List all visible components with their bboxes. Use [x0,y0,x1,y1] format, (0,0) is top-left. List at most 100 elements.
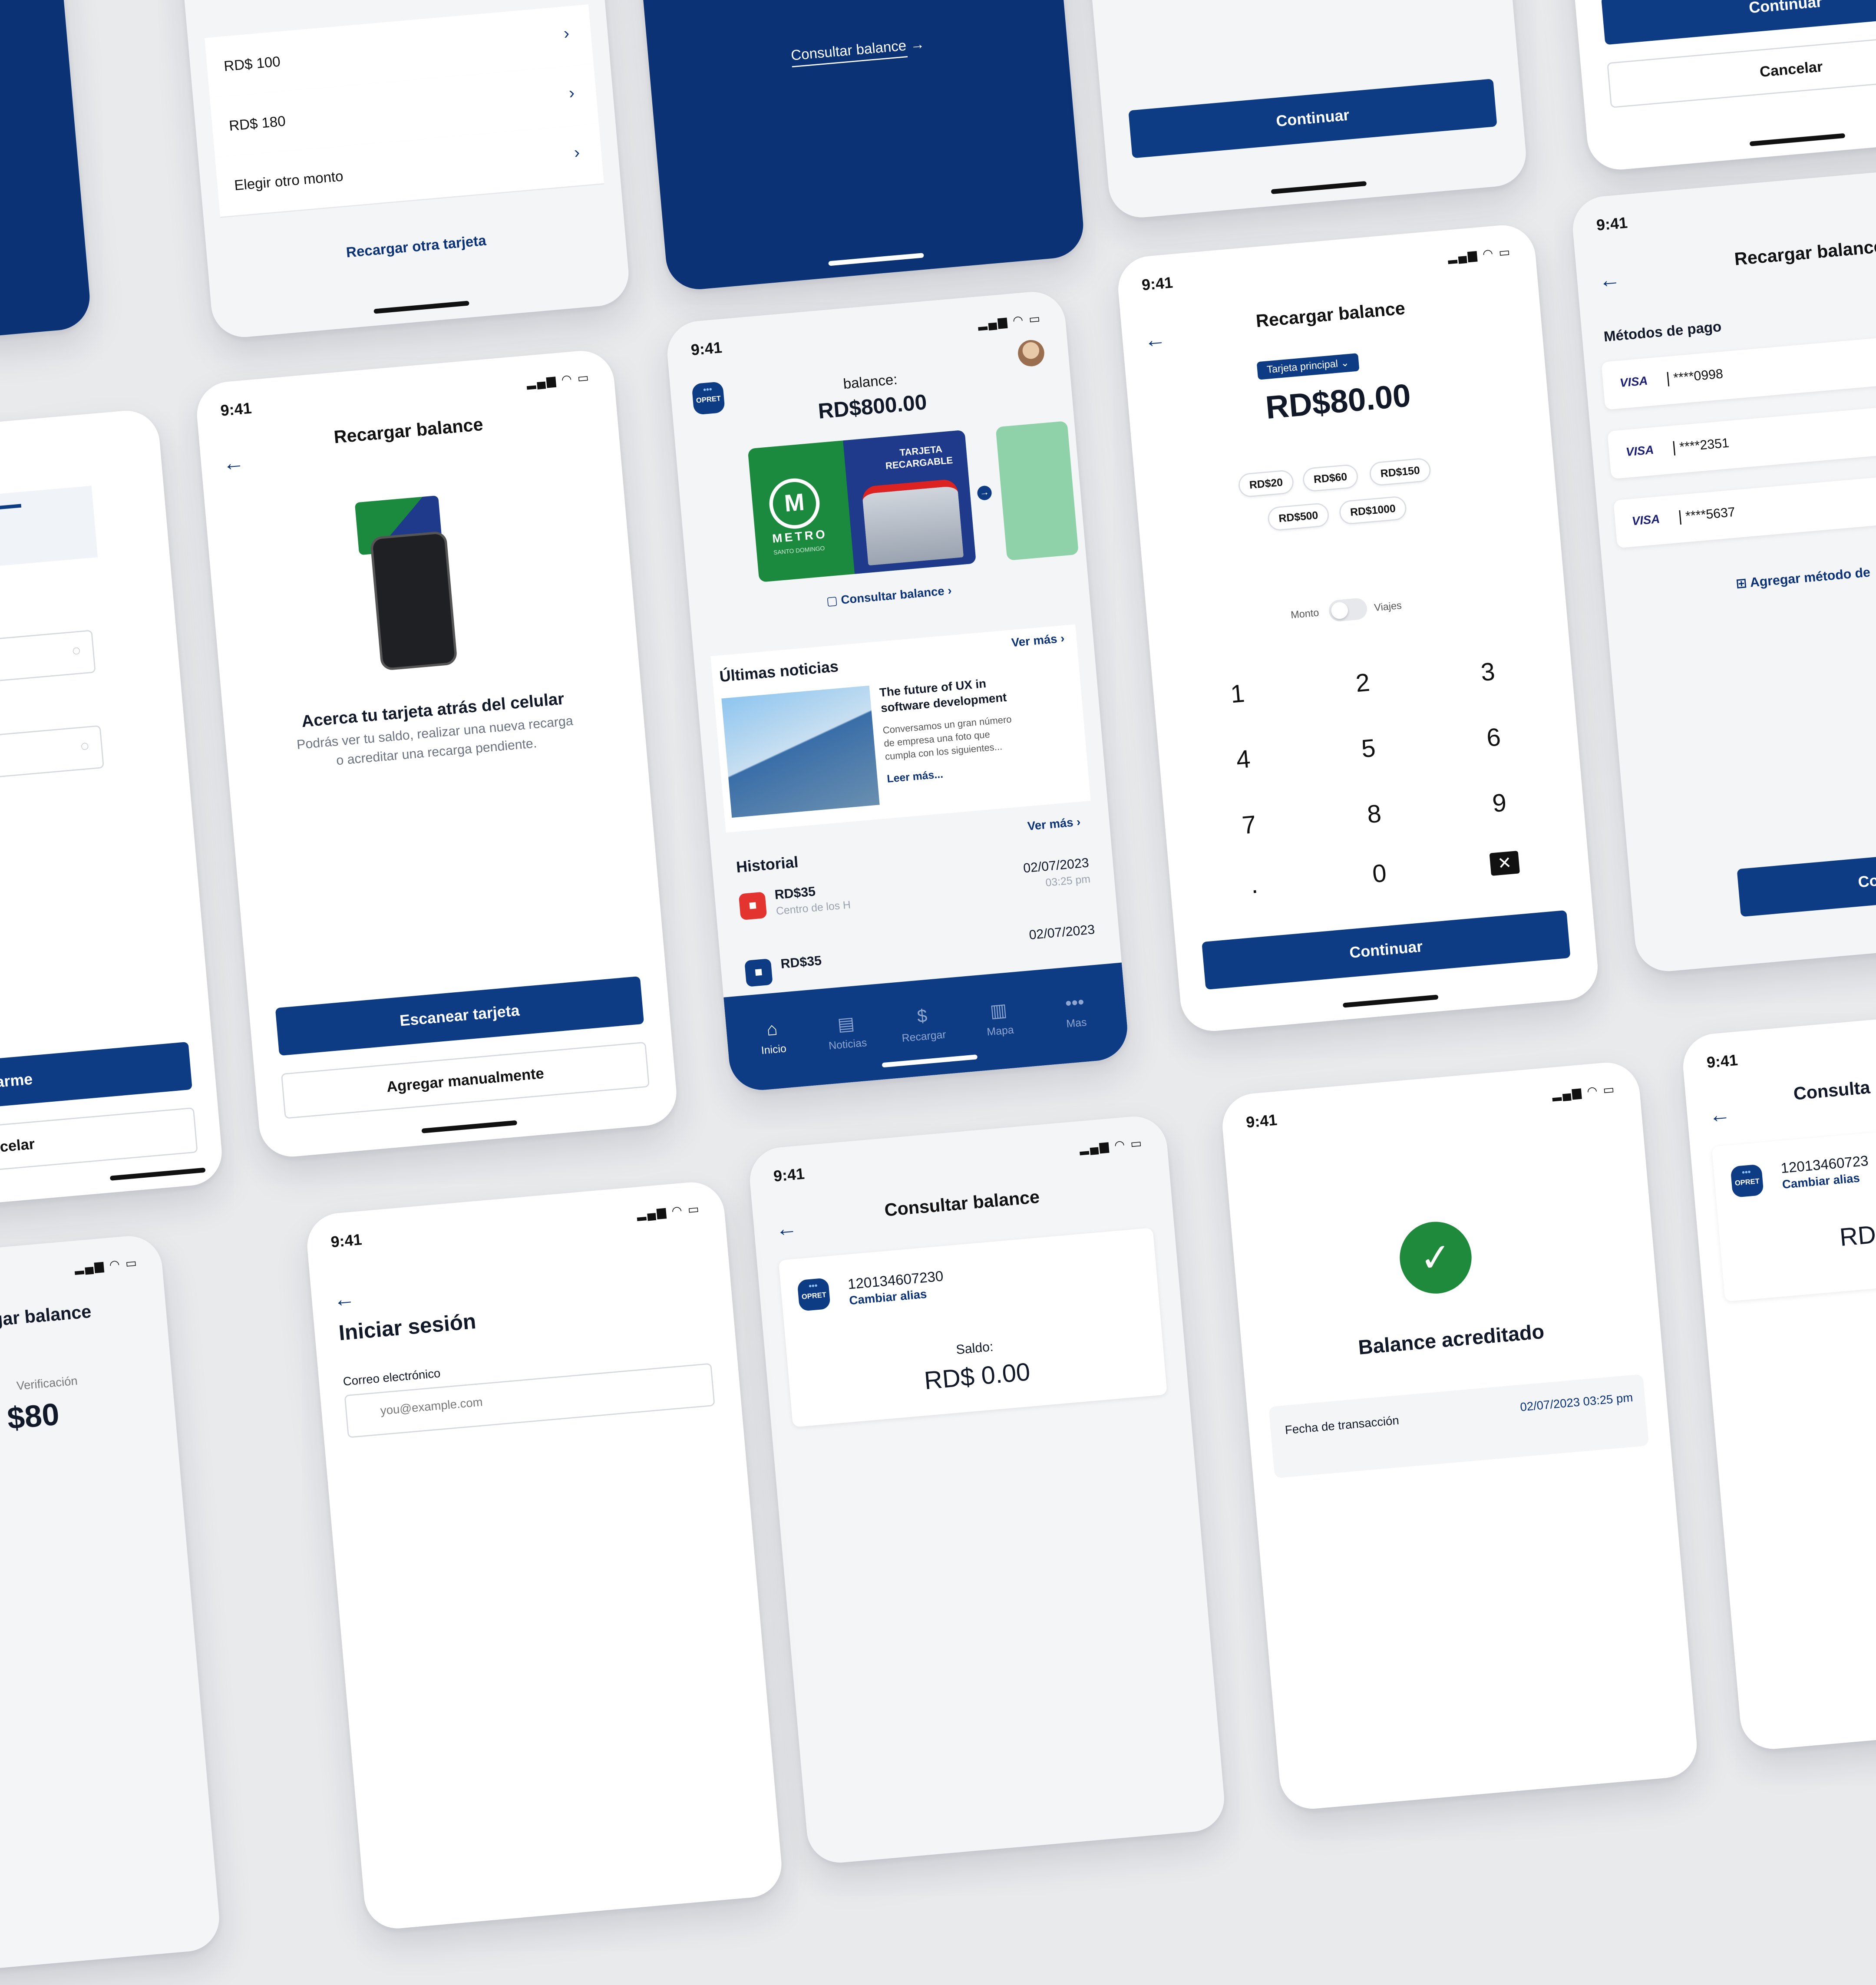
tab-home[interactable]: ⌂ Inicio [735,1017,810,1059]
home-indicator [1749,133,1846,146]
bus-icon: ■ [738,892,767,921]
toggle-right-label: Viajes [1374,599,1402,614]
map-icon: ▥ [989,1000,1008,1022]
home-icon: ⌂ [766,1019,779,1040]
screen-title: Consulta [1793,1077,1871,1105]
continue-button[interactable]: Continuar [1601,0,1876,45]
next-card-peek[interactable] [995,421,1079,561]
status-time: 9:41 [219,399,253,420]
mode-toggle[interactable] [1328,597,1368,622]
progress-fill [0,504,22,516]
phone-navy-partial [0,0,92,364]
chevron-right-icon: › [573,142,581,162]
add-manually-button[interactable]: Agregar manualmente [281,1041,650,1119]
phone-scan-card: 9:41 ▂▄▆ ◠ ▭ ← Recargar balance Acerca t… [194,348,679,1159]
toggle-left-label: Monto [1290,606,1320,621]
consult-balance-link[interactable]: Consultar balance → [648,23,1067,76]
password-field[interactable]: ◌ [0,630,96,687]
recharge-other-card-link[interactable]: Recargar otra tarjeta [207,220,625,273]
saldo-value: RD [1838,1221,1876,1252]
see-more-link[interactable]: Ver más › [1027,816,1081,834]
train-illustration [861,479,964,566]
key-7[interactable]: 7 [1212,809,1286,843]
add-payment-method-link[interactable]: ⊞ Agregar método de [1735,565,1871,592]
phone-illustration [370,531,458,671]
back-arrow-icon[interactable]: ← [1598,267,1621,294]
news-title: Últimas noticias [719,657,839,686]
confirm-password-field[interactable]: ◌ [0,725,104,782]
phone-verification-partial: ▂▄▆ ◠ ▭ argar balance Verificación $80 [0,1233,222,1985]
amount-label: RD$ 180 [228,112,287,135]
arrow-right-icon: → [909,35,925,53]
tab-map[interactable]: ▥ Mapa [962,997,1037,1040]
backspace-icon[interactable]: ✕ [1468,849,1541,878]
register-button[interactable]: strarme [0,1041,192,1113]
metro-card[interactable]: M METRO SANTO DOMINGO TARJETA RECARGABLE [747,429,977,582]
key-0[interactable]: 0 [1343,857,1417,892]
continue-button[interactable]: Continu [1737,838,1876,917]
key-dot[interactable]: . [1217,869,1291,903]
eye-off-icon[interactable]: ◌ [80,737,90,754]
visa-icon: VISA [1625,444,1655,460]
tx-value: 02/07/2023 03:25 pm [1519,1391,1634,1415]
key-4[interactable]: 4 [1206,743,1280,778]
cancel-button[interactable]: Cancelar [1607,31,1876,108]
key-2[interactable]: 2 [1326,667,1400,701]
screen-title: Consultar balance [883,1187,1040,1221]
key-5[interactable]: 5 [1331,732,1405,767]
amount-chip[interactable]: RD$500 [1267,502,1330,532]
payment-section-title: Métodos de pago [1603,318,1722,345]
tab-more[interactable]: ••• Mas [1038,990,1113,1032]
status-icons: ▂▄▆ ◠ ▭ [1447,246,1512,265]
phone-left-partial: ◌ ◌ strarme ancelar [0,408,225,1219]
history-amount: RD$35 [780,954,822,972]
news-image[interactable] [721,685,880,818]
continue-button[interactable]: Continuar [1128,79,1497,159]
home-indicator [373,301,469,314]
status-time: 9:41 [1595,213,1628,234]
back-arrow-icon[interactable]: ← [333,1286,356,1313]
tab-news[interactable]: ▤ Noticias [809,1010,884,1053]
amount-chip[interactable]: RD$150 [1368,457,1432,487]
phone-top-right-partial: Continuar Cancelar [1522,0,1876,172]
card-selector[interactable]: Tarjeta principal ⌄ [1256,353,1360,380]
news-section: Últimas noticias Ver más › The future of… [710,624,1091,833]
status-icons: ▂▄▆ ◠ ▭ [74,1257,139,1276]
home-indicator [109,1167,206,1181]
key-3[interactable]: 3 [1451,656,1525,690]
screen-title: Recargar balance [333,414,484,448]
amount-label: RD$ 100 [223,53,281,75]
scan-card-button[interactable]: Escanear tarjeta [275,976,644,1056]
key-9[interactable]: 9 [1463,787,1536,822]
home-indicator [882,1054,978,1068]
phone-payment-methods: 9:41 ← Recargar balance Métodos de pago … [1570,162,1876,974]
back-arrow-icon[interactable]: ← [1708,1102,1731,1129]
history-time: 03:25 pm [1045,873,1091,889]
progress-bar [0,486,98,572]
card-next-button[interactable]: → [977,485,992,501]
status-icons: ▂▄▆ ◠ ▭ [1551,1083,1616,1102]
amount-chip[interactable]: RD$20 [1237,469,1295,498]
see-more-link[interactable]: Ver más › [1011,633,1065,651]
amount-chip[interactable]: RD$60 [1302,463,1359,492]
recharge-amount: RD$80.00 [1264,377,1412,426]
mockup-stage: RD$ 100 › RD$ 180 › Elegir otro monto › … [0,0,1876,1985]
continue-button[interactable]: Continuar [1202,910,1571,990]
key-8[interactable]: 8 [1338,798,1411,832]
status-icons: ▂▄▆ ◠ ▭ [977,313,1042,332]
key-6[interactable]: 6 [1457,721,1530,756]
read-more-link[interactable]: Leer más... [886,768,943,785]
status-time: 9:41 [1245,1110,1278,1132]
key-1[interactable]: 1 [1201,677,1275,712]
tab-recharge[interactable]: $ Recargar [885,1004,960,1046]
cancel-button[interactable]: ancelar [0,1107,198,1176]
consult-balance-link[interactable]: ▢ Consultar balance › [690,573,1089,621]
amount-chip[interactable]: RD$1000 [1338,495,1407,525]
tx-label: Fecha de transacción [1284,1414,1400,1438]
status-time: 9:41 [690,338,723,359]
home-indicator [1271,181,1367,195]
eye-off-icon[interactable]: ◌ [71,642,81,659]
card-icon: ▢ [826,594,842,609]
home-indicator [1342,994,1439,1008]
login-title: Iniciar sesión [337,1309,477,1345]
